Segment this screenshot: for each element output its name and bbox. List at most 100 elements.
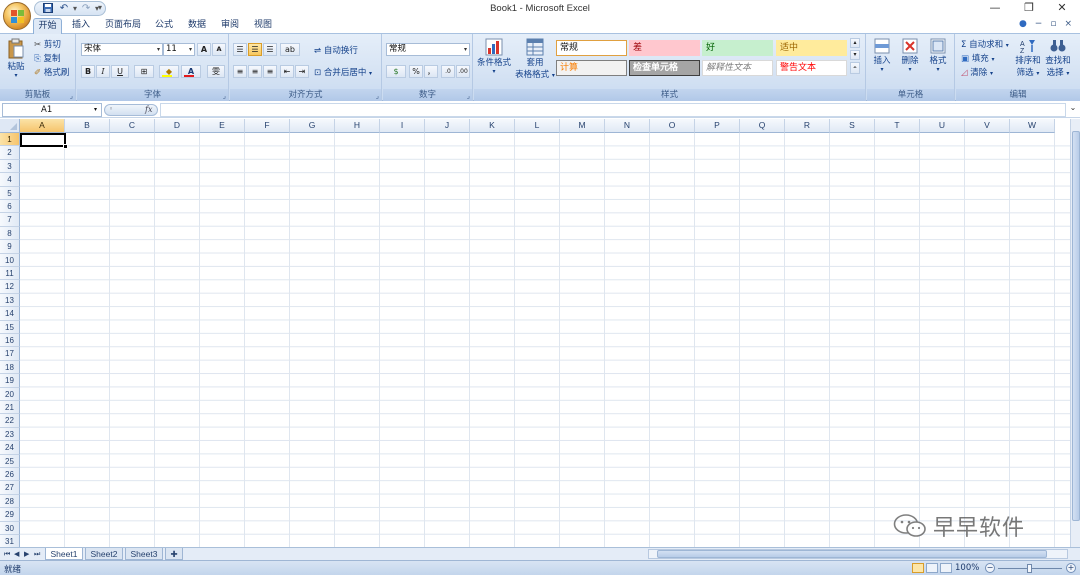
row-header[interactable]: 15	[0, 320, 20, 334]
clipboard-launcher-icon[interactable]: ⌟	[70, 92, 73, 100]
tab-home[interactable]: 开始	[33, 18, 62, 34]
column-header[interactable]: B	[65, 119, 110, 133]
vertical-scrollbar[interactable]	[1070, 119, 1080, 547]
cell-style-option[interactable]: 差	[629, 40, 700, 56]
delete-cells-button[interactable]: 删除 ▾	[899, 38, 921, 73]
conditional-format-button[interactable]: 条件格式 ▾	[476, 38, 512, 75]
office-button[interactable]	[3, 2, 31, 30]
column-header[interactable]: C	[110, 119, 155, 133]
percent-button[interactable]: %	[409, 65, 423, 78]
align-top-button[interactable]: ☰	[233, 43, 247, 56]
row-header[interactable]: 17	[0, 347, 20, 361]
column-header[interactable]: M	[560, 119, 605, 133]
clear-button[interactable]: ◿ 清除 ▾	[961, 66, 993, 78]
row-header[interactable]: 19	[0, 374, 20, 388]
column-header[interactable]: W	[1010, 119, 1055, 133]
ribbon-close-button[interactable]: ×	[1064, 19, 1072, 29]
column-header[interactable]: O	[650, 119, 695, 133]
row-header[interactable]: 2	[0, 146, 20, 160]
shrink-font-button[interactable]: A	[212, 43, 226, 56]
row-header[interactable]: 11	[0, 267, 20, 281]
page-layout-view-button[interactable]	[926, 563, 938, 573]
fill-button[interactable]: ▣ 填充 ▾	[961, 52, 994, 64]
accounting-format-button[interactable]: $	[386, 65, 406, 78]
row-header[interactable]: 20	[0, 387, 20, 401]
wrap-text-button[interactable]: ⇌ 自动换行	[314, 44, 358, 56]
row-header[interactable]: 6	[0, 200, 20, 214]
italic-button[interactable]: I	[96, 65, 110, 78]
grow-font-button[interactable]: A	[197, 43, 211, 56]
column-header[interactable]: U	[920, 119, 965, 133]
row-header[interactable]: 25	[0, 454, 20, 468]
decrease-decimal-button[interactable]: .00	[456, 65, 470, 78]
column-header[interactable]: R	[785, 119, 830, 133]
decrease-indent-button[interactable]: ⇤	[280, 65, 294, 78]
align-middle-button[interactable]: ☰	[248, 43, 262, 56]
font-color-button[interactable]: A	[181, 65, 201, 78]
borders-button[interactable]: ⊞	[134, 65, 154, 78]
formula-input[interactable]	[160, 103, 1066, 117]
row-header[interactable]: 18	[0, 360, 20, 375]
column-header[interactable]: G	[290, 119, 335, 133]
styles-scroll-up-button[interactable]: ▴	[850, 38, 860, 48]
format-as-table-button[interactable]: 套用 表格格式 ▾	[514, 38, 556, 80]
orientation-button[interactable]: ab	[280, 43, 300, 56]
expand-formula-bar-icon[interactable]: ⌄	[1068, 103, 1078, 117]
row-header[interactable]: 5	[0, 186, 20, 200]
align-left-button[interactable]: ≡	[233, 65, 247, 78]
page-break-view-button[interactable]	[940, 563, 952, 573]
help-icon[interactable]: ●	[1019, 19, 1027, 29]
row-header[interactable]: 22	[0, 414, 20, 428]
first-sheet-icon[interactable]: ⏮	[4, 548, 10, 560]
column-header[interactable]: L	[515, 119, 560, 133]
increase-decimal-button[interactable]: .0	[441, 65, 455, 78]
row-header[interactable]: 10	[0, 253, 20, 267]
close-button[interactable]: ✕	[1052, 1, 1072, 15]
row-header[interactable]: 21	[0, 401, 20, 415]
insert-sheet-button[interactable]: ✚	[165, 548, 183, 560]
row-header[interactable]: 28	[0, 494, 20, 509]
formula-cancel-icon[interactable]: ◦	[109, 105, 113, 113]
comma-button[interactable]: ，	[424, 65, 438, 78]
number-launcher-icon[interactable]: ⌟	[467, 92, 470, 100]
font-name-select[interactable]: 宋体 ▾	[81, 43, 163, 56]
active-cell-indicator[interactable]	[20, 133, 68, 149]
column-header[interactable]: V	[965, 119, 1010, 133]
cell-style-option[interactable]: 适中	[776, 40, 847, 56]
fill-color-button[interactable]: ◆	[159, 65, 179, 78]
font-launcher-icon[interactable]: ⌟	[223, 92, 226, 100]
column-header[interactable]: T	[875, 119, 920, 133]
row-header[interactable]: 4	[0, 173, 20, 187]
row-header[interactable]: 3	[0, 159, 20, 174]
zoom-out-button[interactable]: −	[985, 563, 995, 573]
column-header[interactable]: D	[155, 119, 200, 133]
sheet-tab-sheet2[interactable]: Sheet2	[85, 548, 123, 560]
normal-view-button[interactable]	[912, 563, 924, 573]
row-header[interactable]: 14	[0, 307, 20, 321]
styles-more-button[interactable]: ⩡	[850, 62, 860, 74]
row-header[interactable]: 26	[0, 468, 20, 482]
alignment-launcher-icon[interactable]: ⌟	[376, 92, 379, 100]
column-header[interactable]: E	[200, 119, 245, 133]
column-header[interactable]: Q	[740, 119, 785, 133]
styles-scroll-down-button[interactable]: ▾	[850, 50, 860, 60]
zoom-in-button[interactable]: +	[1066, 563, 1076, 573]
merge-center-button[interactable]: ⊡ 合并后居中 ▾	[314, 66, 372, 78]
row-header[interactable]: 9	[0, 240, 20, 254]
cell-style-option[interactable]: 检查单元格	[629, 60, 700, 76]
tab-data[interactable]: 数据	[184, 18, 210, 34]
row-header[interactable]: 30	[0, 521, 20, 535]
zoom-level[interactable]: 100%	[955, 563, 979, 573]
paste-button[interactable]: 粘贴 ▾	[5, 38, 27, 79]
row-header[interactable]: 8	[0, 226, 20, 241]
cell-style-option[interactable]: 好	[702, 40, 773, 56]
increase-indent-button[interactable]: ⇥	[295, 65, 309, 78]
column-header[interactable]: I	[380, 119, 425, 133]
restore-button[interactable]: ❐	[1019, 1, 1039, 15]
sheet-tab-sheet3[interactable]: Sheet3	[125, 548, 163, 560]
align-right-button[interactable]: ≡	[263, 65, 277, 78]
insert-cells-button[interactable]: 插入 ▾	[871, 38, 893, 73]
tab-formulas[interactable]: 公式	[151, 18, 177, 34]
tab-review[interactable]: 审阅	[217, 18, 243, 34]
font-size-select[interactable]: 11 ▾	[163, 43, 195, 56]
